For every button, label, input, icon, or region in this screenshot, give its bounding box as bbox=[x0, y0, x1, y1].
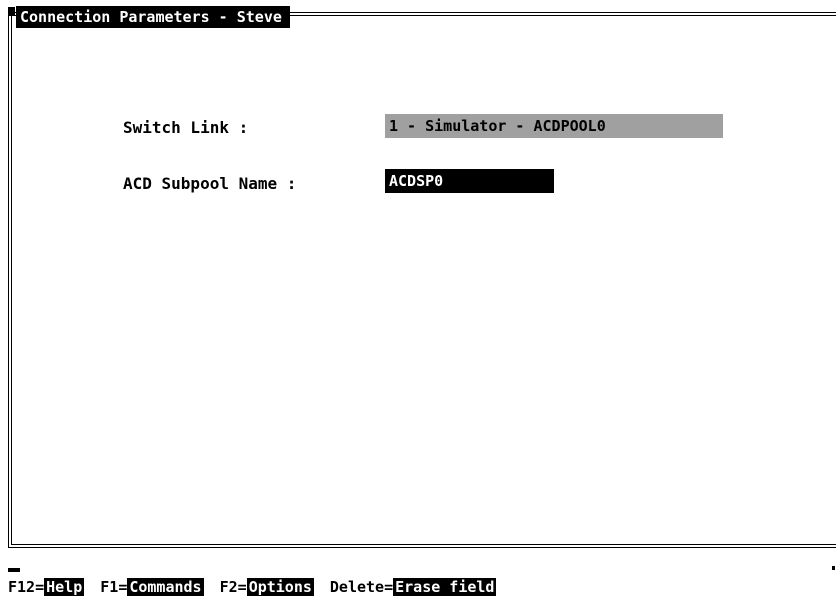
fkey-erase-field[interactable]: Delete= Erase field bbox=[330, 577, 497, 597]
window-title: Connection Parameters - Steve bbox=[16, 6, 290, 28]
acd-subpool-name-label: ACD Subpool Name : bbox=[123, 174, 297, 193]
fkey-commands[interactable]: F1= Commands bbox=[100, 577, 204, 597]
fkey-action: Help bbox=[44, 578, 85, 596]
edge-marker bbox=[832, 566, 835, 570]
equals-sign: = bbox=[118, 578, 128, 596]
fkey-help[interactable]: F12= Help bbox=[8, 577, 85, 597]
fkey-label: F12 bbox=[8, 578, 36, 596]
fkey-action: Options bbox=[246, 578, 314, 596]
switch-link-field[interactable]: 1 - Simulator - ACDPOOL0 bbox=[385, 114, 723, 138]
fkey-label: F2 bbox=[219, 578, 238, 596]
fkey-label: F1 bbox=[100, 578, 119, 596]
equals-sign: = bbox=[384, 578, 394, 596]
acd-subpool-name-field[interactable]: ACDSP0 bbox=[385, 169, 554, 193]
cursor-marker bbox=[8, 568, 20, 572]
switch-link-label: Switch Link : bbox=[123, 118, 249, 137]
fkey-label: Delete bbox=[329, 578, 385, 596]
fkey-action: Commands bbox=[127, 578, 204, 596]
fkey-action: Erase field bbox=[393, 578, 497, 596]
fkey-options[interactable]: F2= Options bbox=[220, 577, 314, 597]
equals-sign: = bbox=[35, 578, 45, 596]
function-key-bar: F12= Help F1= Commands F2= Options Delete= E… bbox=[8, 576, 497, 598]
window-frame bbox=[8, 12, 836, 548]
equals-sign: = bbox=[237, 578, 247, 596]
